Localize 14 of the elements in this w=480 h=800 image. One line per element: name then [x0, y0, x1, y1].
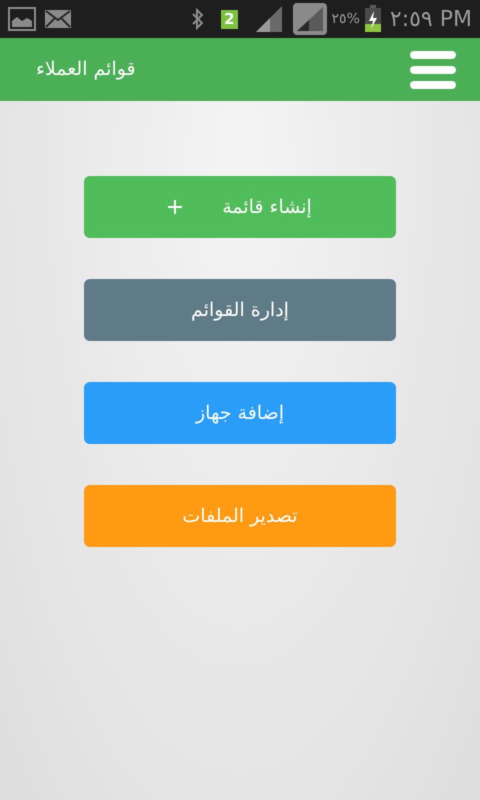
picture-icon: [8, 7, 36, 31]
menu-button[interactable]: إضافة جهاز: [84, 382, 396, 444]
envelope-icon: [44, 9, 72, 29]
menu-button[interactable]: إدارة القوائم: [84, 279, 396, 341]
charging-battery-icon: [364, 5, 382, 33]
bluetooth-icon: [191, 7, 206, 31]
menu-icon[interactable]: [410, 50, 456, 88]
menu-button[interactable]: تصدير الملفات: [84, 485, 396, 547]
sim-badge: 2: [221, 10, 238, 28]
clock: ٢:٥٩ PM: [390, 6, 472, 34]
menu-button[interactable]: إنشاء قائمة: [84, 176, 396, 238]
battery-percentage: ٢٥%: [332, 10, 360, 28]
signal-icon: [254, 5, 284, 33]
header-title: قوائم العملاء: [36, 57, 136, 82]
